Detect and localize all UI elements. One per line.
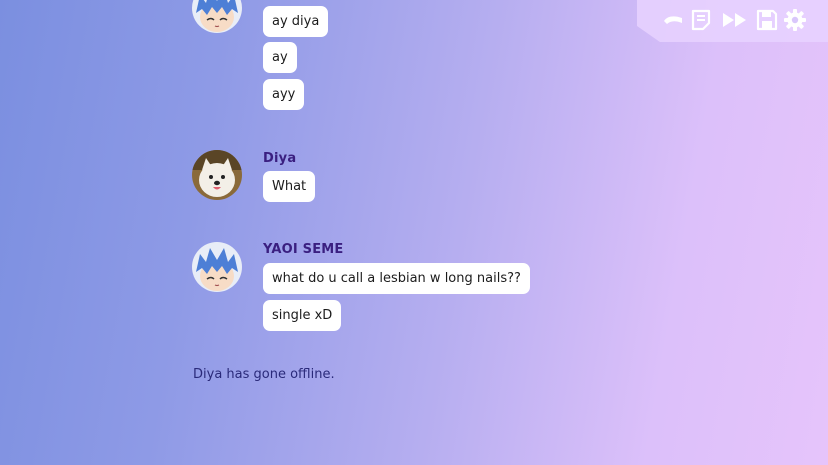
save-icon bbox=[756, 9, 778, 31]
message-bubble: ay diya bbox=[263, 6, 329, 37]
message-bubble: ay bbox=[263, 42, 297, 73]
history-log-button[interactable] bbox=[689, 8, 713, 32]
message-bubble: What bbox=[263, 171, 316, 202]
status-message: Diya has gone offline. bbox=[193, 367, 335, 382]
anime-blue-hair-avatar-icon bbox=[192, 242, 242, 292]
anime-blue-hair-avatar-icon bbox=[192, 0, 242, 33]
message-bubble: single xD bbox=[263, 300, 342, 331]
yaoi-seme-avatar bbox=[192, 242, 242, 292]
dog-avatar-icon bbox=[192, 150, 242, 200]
diya-avatar bbox=[192, 150, 242, 200]
message-bubble: what do u call a lesbian w long nails?? bbox=[263, 263, 530, 294]
save-button[interactable] bbox=[755, 8, 779, 32]
settings-icon bbox=[784, 9, 806, 31]
sender-name: Diya bbox=[263, 151, 297, 166]
back-button[interactable] bbox=[661, 8, 685, 32]
quick-menu-toolbar bbox=[637, 0, 828, 42]
message-bubble: ayy bbox=[263, 79, 305, 110]
skip-icon bbox=[723, 13, 746, 27]
skip-button[interactable] bbox=[721, 8, 749, 32]
log-icon bbox=[691, 9, 711, 31]
settings-button[interactable] bbox=[783, 8, 807, 32]
yaoi-seme-avatar bbox=[192, 0, 242, 33]
back-icon bbox=[664, 16, 682, 24]
sender-name: YAOI SEME bbox=[263, 242, 344, 257]
